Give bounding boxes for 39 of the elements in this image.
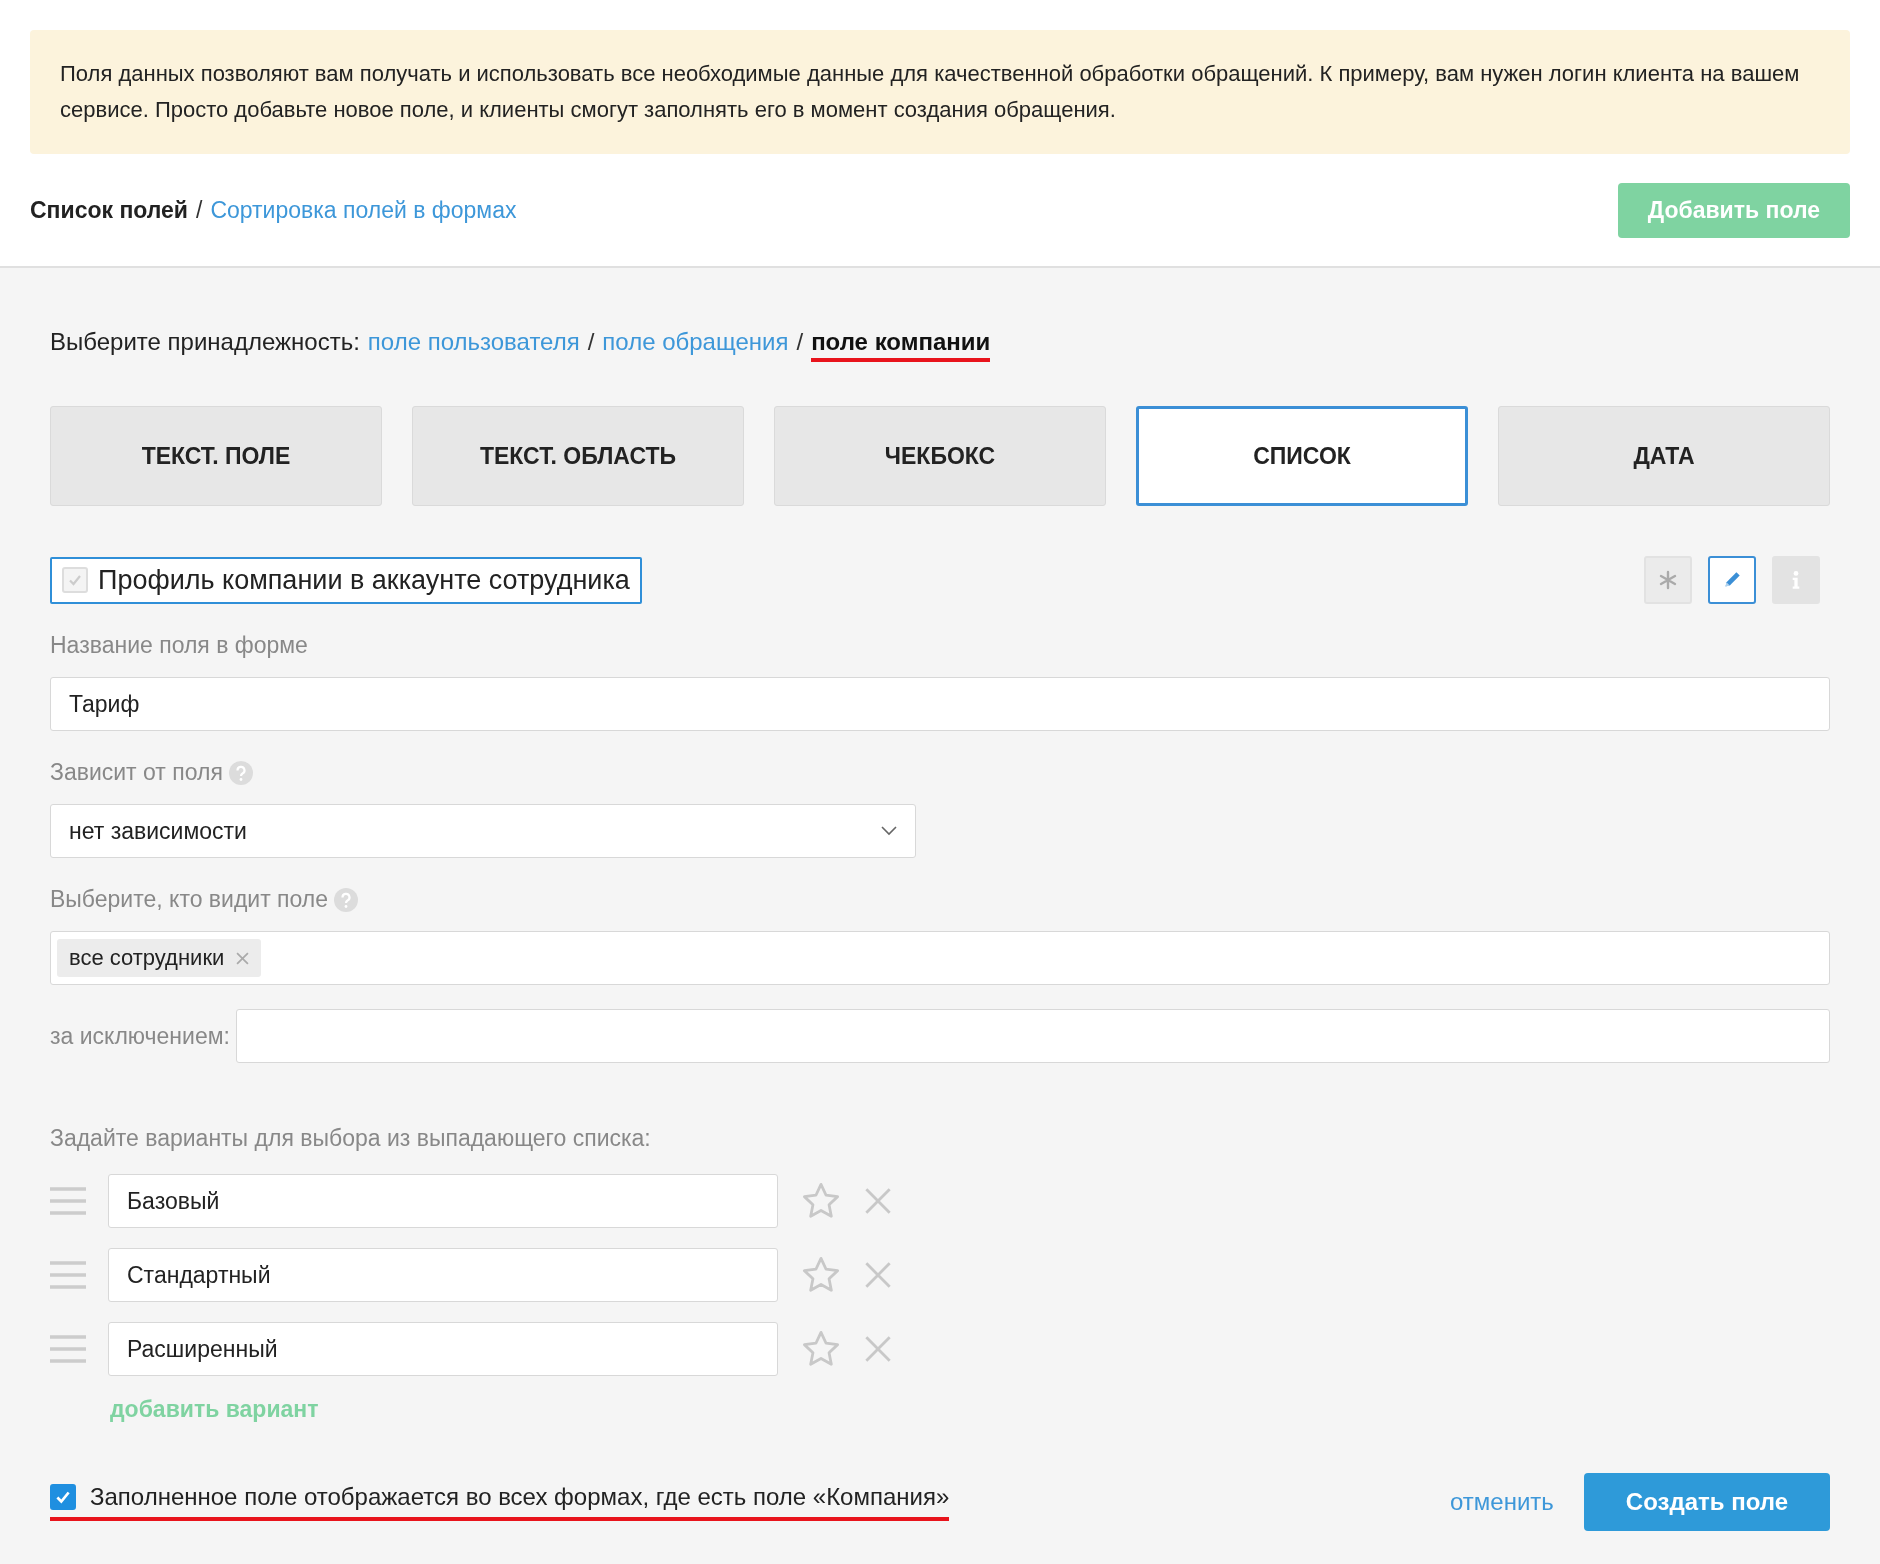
display-checkbox[interactable]: Заполненное поле отображается во всех формах, где есть поле «Компания»: [50, 1483, 950, 1521]
dependency-dropdown[interactable]: нет зависимости: [50, 804, 916, 858]
drag-handle-icon[interactable]: [50, 1186, 86, 1216]
option-input[interactable]: Стандартный: [108, 1248, 778, 1302]
page-title: Список полей: [30, 196, 188, 224]
close-icon[interactable]: [864, 1261, 892, 1289]
drag-handle-icon[interactable]: [50, 1334, 86, 1364]
separator: /: [587, 328, 595, 356]
field-type-tab[interactable]: ТЕКСТ. ПОЛЕ: [50, 406, 382, 506]
belonging-label: Выберите принадлежность:: [50, 328, 360, 356]
close-icon[interactable]: [864, 1335, 892, 1363]
field-type-tab[interactable]: ЧЕКБОКС: [774, 406, 1106, 506]
field-type-tab[interactable]: ДАТА: [1498, 406, 1830, 506]
help-icon[interactable]: [228, 760, 253, 785]
field-type-tab[interactable]: СПИСОК: [1136, 406, 1468, 506]
field-name-input[interactable]: Тариф: [50, 677, 1830, 731]
employee-tag: все сотрудники: [57, 939, 262, 977]
field-label: Зависит от поля: [50, 759, 223, 786]
exception-input[interactable]: [235, 1009, 1830, 1063]
separator: /: [796, 328, 804, 356]
chevron-down-icon: [881, 826, 897, 836]
field-label: Выберите, кто видит поле: [50, 886, 329, 913]
pencil-button[interactable]: [1708, 556, 1756, 604]
asterisk-icon: [1658, 570, 1678, 590]
belonging-option[interactable]: поле компании: [811, 328, 991, 362]
drag-handle-icon[interactable]: [50, 1260, 86, 1290]
separator: /: [196, 196, 203, 224]
close-icon[interactable]: [236, 951, 250, 965]
field-type-tab[interactable]: ТЕКСТ. ОБЛАСТЬ: [412, 406, 744, 506]
option-input[interactable]: Расширенный: [108, 1322, 778, 1376]
close-icon[interactable]: [864, 1187, 892, 1215]
field-label: за исключением:: [50, 1022, 230, 1050]
field-label: Название поля в форме: [50, 632, 309, 659]
visibility-field[interactable]: все сотрудники: [50, 931, 1830, 985]
info-notice: Поля данных позволяют вам получать и использовать все необходимые данные для качественной обработки обращений. К примеру, вам нужен логин клиента на вашем сервисе. Просто добавьте новое поле, и клиенты смогут заполнять его в момент создания обращения.: [30, 30, 1850, 154]
option-input[interactable]: Базовый: [108, 1174, 778, 1228]
asterisk-button[interactable]: [1644, 556, 1692, 604]
options-label: Задайте варианты для выбора из выпадающего списка:: [50, 1125, 652, 1152]
help-icon[interactable]: [334, 887, 359, 912]
